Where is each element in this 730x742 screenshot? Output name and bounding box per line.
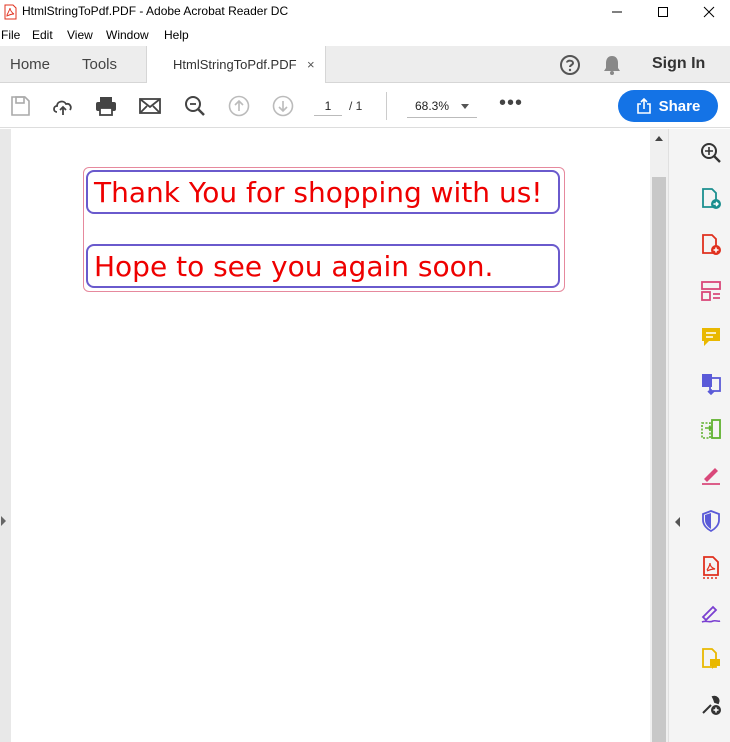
menu-view[interactable]: View <box>67 28 93 42</box>
collapse-right-pane-icon[interactable] <box>675 517 680 527</box>
menu-bar: File Edit View Window Help <box>0 25 730 45</box>
tab-document-label: HtmlStringToPdf.PDF <box>173 57 297 72</box>
share-icon <box>636 98 651 114</box>
export-pdf-icon[interactable] <box>699 187 723 211</box>
tab-tools[interactable]: Tools <box>82 46 117 83</box>
menu-file[interactable]: File <box>1 28 20 42</box>
message-thanks-text: Thank You for shopping with us! <box>94 176 543 209</box>
close-button[interactable] <box>686 0 730 24</box>
more-options-icon[interactable]: ••• <box>499 92 523 115</box>
tab-close-icon[interactable]: × <box>307 57 315 72</box>
next-page-icon[interactable] <box>271 94 295 118</box>
page-total: / 1 <box>349 99 363 113</box>
send-for-signature-icon[interactable] <box>699 601 723 625</box>
organize-pages-icon[interactable] <box>699 417 723 441</box>
email-icon[interactable] <box>138 94 162 118</box>
comment-icon[interactable] <box>699 325 723 349</box>
menu-edit[interactable]: Edit <box>32 28 53 42</box>
minimize-icon <box>612 11 622 13</box>
help-icon[interactable] <box>559 54 581 76</box>
left-pane-toggle[interactable] <box>0 129 11 742</box>
sign-in-link[interactable]: Sign In <box>652 55 705 73</box>
menu-help[interactable]: Help <box>164 28 189 42</box>
toolbar: 1 / 1 68.3% ••• Share <box>0 84 730 128</box>
title-bar: HtmlStringToPdf.PDF - Adobe Acrobat Read… <box>0 0 730 24</box>
close-icon <box>703 6 715 18</box>
maximize-button[interactable] <box>640 0 686 24</box>
window-title: HtmlStringToPdf.PDF - Adobe Acrobat Read… <box>22 4 289 18</box>
fill-sign-icon[interactable] <box>699 463 723 487</box>
message-box-thanks: Thank You for shopping with us! <box>86 170 560 214</box>
maximize-icon <box>658 7 668 17</box>
create-pdf-icon[interactable] <box>699 233 723 257</box>
minimize-button[interactable] <box>594 0 640 24</box>
scroll-up-icon[interactable] <box>655 136 663 141</box>
menu-window[interactable]: Window <box>106 28 149 42</box>
chevron-down-icon <box>461 104 469 109</box>
zoom-value: 68.3% <box>415 99 450 113</box>
print-icon[interactable] <box>94 94 118 118</box>
upload-cloud-icon[interactable] <box>51 94 75 118</box>
message-box-hope: Hope to see you again soon. <box>86 244 560 288</box>
edit-pdf-icon[interactable] <box>699 279 723 303</box>
previous-page-icon[interactable] <box>227 94 251 118</box>
acrobat-file-icon <box>4 4 17 20</box>
right-tools-pane <box>668 129 730 742</box>
share-label: Share <box>658 97 701 115</box>
pdf-standards-icon[interactable] <box>699 555 723 579</box>
tab-document[interactable]: HtmlStringToPdf.PDF × <box>146 46 326 83</box>
tab-bar: Home Tools HtmlStringToPdf.PDF × Sign In <box>0 46 730 83</box>
page-number-input[interactable]: 1 <box>314 96 342 116</box>
more-tools-icon[interactable] <box>699 693 723 717</box>
zoom-tool-icon[interactable] <box>699 141 723 165</box>
share-button[interactable]: Share <box>618 90 718 122</box>
scrollbar-thumb[interactable] <box>652 177 666 742</box>
protect-icon[interactable] <box>699 509 723 533</box>
message-hope-text: Hope to see you again soon. <box>94 250 494 283</box>
send-for-comments-icon[interactable] <box>699 647 723 671</box>
zoom-search-icon[interactable] <box>183 94 207 118</box>
vertical-scrollbar[interactable] <box>650 129 668 742</box>
zoom-select[interactable]: 68.3% <box>407 96 477 118</box>
tab-home[interactable]: Home <box>10 46 50 83</box>
save-icon[interactable] <box>8 94 32 118</box>
notifications-bell-icon[interactable] <box>602 54 622 76</box>
combine-files-icon[interactable] <box>699 371 723 395</box>
expand-left-pane-icon <box>1 516 6 526</box>
toolbar-divider <box>386 92 387 120</box>
